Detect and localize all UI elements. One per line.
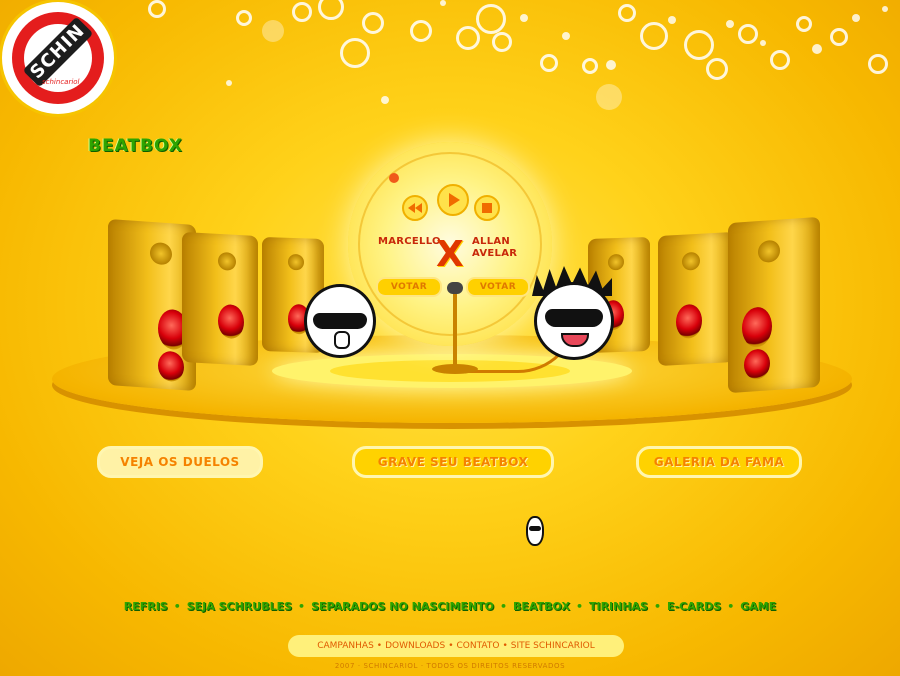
veja-os-duelos-button[interactable]: VEJA OS DUELOS [97,446,263,478]
nav-separator: • [653,600,662,613]
subnav-separator: • [502,641,508,651]
subnav-site-schincariol[interactable]: SITE SCHINCARIOL [511,641,595,651]
subnav-contato[interactable]: CONTATO [457,641,500,651]
player-indicator [389,173,399,183]
contestant-left-name: MARCELLO [378,236,441,247]
play-icon[interactable] [437,184,469,216]
nav-e-cards[interactable]: E-CARDS [667,600,721,613]
sub-nav: CAMPANHAS • DOWNLOADS • CONTATO • SITE SCHINCA… [288,635,624,657]
contestant-right-name: ALLAN AVELAR [472,236,518,259]
copyright: 2007 · SCHINCARIOL · TODOS OS DIREITOS R… [334,662,566,670]
main-nav: REFRIS • SEJA SCHRUBLES • SEPARADOS NO NASCI… [0,600,900,613]
nav-separator: • [575,600,583,613]
nav-game[interactable]: GAME [740,600,776,613]
page-title: BEATBOX [88,136,183,156]
speaker-left-2 [182,232,258,366]
nav-tirinhas[interactable]: TIRINHAS [589,600,648,613]
nav-separator: • [727,600,735,613]
subnav-downloads[interactable]: DOWNLOADS [385,641,445,651]
contestant-left-avatar[interactable] [304,284,376,358]
mic-stand [453,290,457,368]
rewind-icon[interactable] [402,195,428,221]
stop-icon[interactable] [474,195,500,221]
grave-seu-beatbox-button[interactable]: GRAVE SEU BEATBOX [352,446,554,478]
nav-separator: • [298,600,306,613]
galeria-da-fama-button[interactable]: GALERIA DA FAMA [636,446,802,478]
contestant-right-avatar[interactable] [534,282,614,360]
vote-left-button[interactable]: VOTAR [376,277,442,297]
schin-logo[interactable]: SCHIN schincariol [2,2,114,114]
nav-separados[interactable]: SEPARADOS NO NASCIMENTO [311,600,494,613]
vote-right-button[interactable]: VOTAR [466,277,530,297]
nav-refris[interactable]: REFRIS [124,600,168,613]
mascot-icon [526,516,544,546]
nav-seja-schrubles[interactable]: SEJA SCHRUBLES [187,600,292,613]
nav-separator: • [173,600,181,613]
subnav-separator: • [448,641,454,651]
subnav-campanhas[interactable]: CAMPANHAS [317,641,374,651]
nav-separator: • [500,600,508,613]
speaker-right-1 [728,216,820,394]
microphone-icon [447,282,463,294]
nav-beatbox[interactable]: BEATBOX [513,600,570,613]
speaker-right-2 [658,232,734,366]
subnav-separator: • [376,641,383,651]
versus-mark: X [436,234,464,275]
logo-tagline: schincariol [42,78,80,86]
bubble-decoration [0,0,900,120]
mic-base [432,364,478,374]
